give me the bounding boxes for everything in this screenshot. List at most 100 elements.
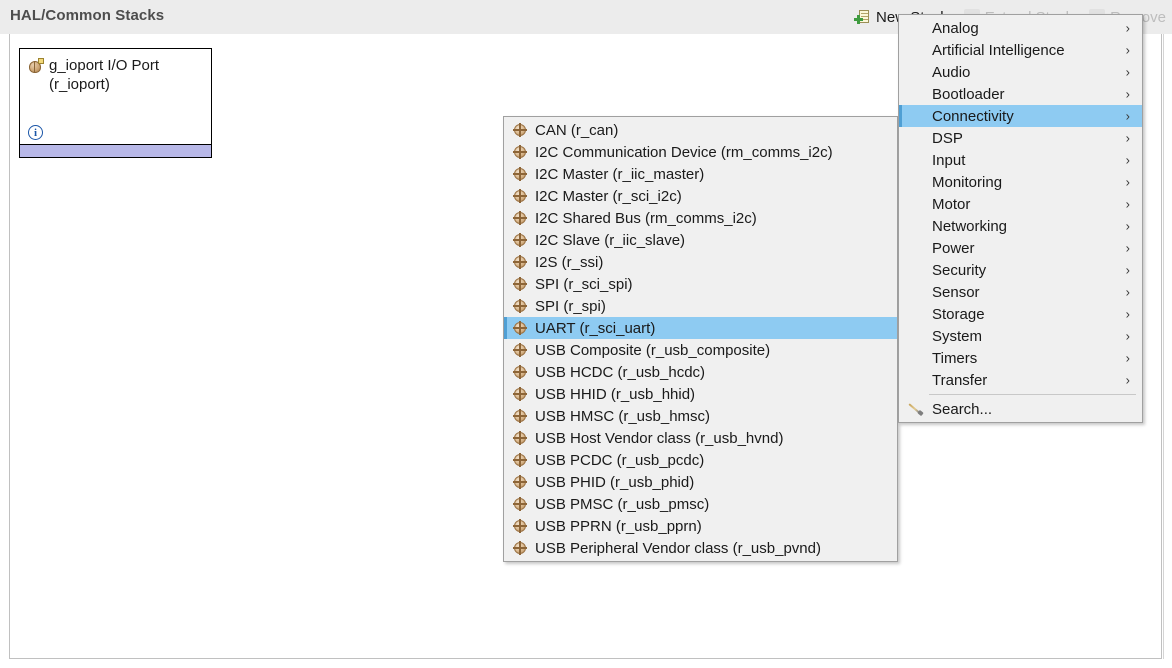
category-menu-item[interactable]: Monitoring › (899, 171, 1142, 193)
chevron-right-icon: › (1125, 262, 1130, 278)
chevron-right-icon: › (1125, 42, 1130, 58)
category-menu-item[interactable]: Artificial Intelligence › (899, 39, 1142, 61)
chevron-right-icon: › (1125, 372, 1130, 388)
category-menu-item[interactable]: Sensor › (899, 281, 1142, 303)
category-menu-item[interactable]: Networking › (899, 215, 1142, 237)
category-menu-item[interactable]: Transfer › (899, 369, 1142, 391)
connectivity-submenu-item[interactable]: USB HHID (r_usb_hhid) (504, 383, 897, 405)
connectivity-submenu-item[interactable]: USB PHID (r_usb_phid) (504, 471, 897, 493)
chevron-right-icon: › (1125, 20, 1130, 36)
connectivity-submenu-item-label: USB Peripheral Vendor class (r_usb_pvnd) (535, 539, 821, 557)
category-menu-item-label: Input (932, 151, 966, 169)
category-menu-item-label: Artificial Intelligence (932, 41, 1065, 59)
connectivity-submenu-item-label: UART (r_sci_uart) (535, 319, 656, 337)
connectivity-submenu-item-label: I2C Communication Device (rm_comms_i2c) (535, 143, 833, 161)
connectivity-submenu-item[interactable]: USB Composite (r_usb_composite) (504, 339, 897, 361)
connectivity-submenu-item-label: USB PCDC (r_usb_pcdc) (535, 451, 705, 469)
module-icon (513, 167, 527, 181)
category-menu-item[interactable]: Audio › (899, 61, 1142, 83)
page-title: HAL/Common Stacks (10, 7, 165, 24)
new-stack-icon (854, 9, 871, 25)
connectivity-submenu-item-label: USB PHID (r_usb_phid) (535, 473, 695, 491)
module-icon (513, 255, 527, 269)
category-menu-item-search[interactable]: Search... (899, 398, 1142, 420)
category-menu-item[interactable]: DSP › (899, 127, 1142, 149)
category-menu-item[interactable]: System › (899, 325, 1142, 347)
connectivity-submenu-item[interactable]: I2S (r_ssi) (504, 251, 897, 273)
category-menu-item[interactable]: Storage › (899, 303, 1142, 325)
category-menu-item[interactable]: Timers › (899, 347, 1142, 369)
connectivity-submenu-item-label: USB PPRN (r_usb_pprn) (535, 517, 702, 535)
category-menu-item[interactable]: Power › (899, 237, 1142, 259)
connectivity-submenu-item[interactable]: USB Peripheral Vendor class (r_usb_pvnd) (504, 537, 897, 559)
connectivity-submenu-item[interactable]: SPI (r_spi) (504, 295, 897, 317)
module-icon (513, 387, 527, 401)
chevron-right-icon: › (1125, 108, 1130, 124)
category-menu-item[interactable]: Motor › (899, 193, 1142, 215)
connectivity-submenu-item[interactable]: USB PCDC (r_usb_pcdc) (504, 449, 897, 471)
connectivity-submenu-item-label: SPI (r_sci_spi) (535, 275, 633, 293)
connectivity-submenu-item[interactable]: I2C Slave (r_iic_slave) (504, 229, 897, 251)
menu-separator (929, 394, 1136, 395)
module-icon (513, 519, 527, 533)
connectivity-submenu-item[interactable]: USB HMSC (r_usb_hmsc) (504, 405, 897, 427)
connectivity-submenu-item[interactable]: USB PPRN (r_usb_pprn) (504, 515, 897, 537)
module-icon (513, 431, 527, 445)
connectivity-submenu-item[interactable]: I2C Master (r_iic_master) (504, 163, 897, 185)
category-menu-item-label: Motor (932, 195, 971, 213)
chevron-right-icon: › (1125, 130, 1130, 146)
category-menu-item-label: Transfer (932, 371, 988, 389)
search-icon (908, 401, 924, 417)
connectivity-submenu-item-label: USB HCDC (r_usb_hcdc) (535, 363, 706, 381)
category-menu-item[interactable]: Analog › (899, 17, 1142, 39)
connectivity-submenu-item[interactable]: SPI (r_sci_spi) (504, 273, 897, 295)
category-menu-item-label: Monitoring (932, 173, 1003, 191)
connectivity-submenu-item[interactable]: UART (r_sci_uart) (504, 317, 897, 339)
connectivity-submenu-item[interactable]: I2C Communication Device (rm_comms_i2c) (504, 141, 897, 163)
category-menu-item-label: Networking (932, 217, 1008, 235)
chevron-right-icon: › (1125, 174, 1130, 190)
connectivity-submenu-item-label: USB Host Vendor class (r_usb_hvnd) (535, 429, 784, 447)
stack-module-label: g_ioport I/O Port (r_ioport) (49, 57, 160, 93)
connectivity-submenu-item[interactable]: I2C Shared Bus (rm_comms_i2c) (504, 207, 897, 229)
category-menu-item[interactable]: Connectivity › (899, 105, 1142, 127)
module-icon (513, 453, 527, 467)
connectivity-submenu-item[interactable]: USB Host Vendor class (r_usb_hvnd) (504, 427, 897, 449)
chevron-right-icon: › (1125, 328, 1130, 344)
module-icon (513, 145, 527, 159)
connectivity-submenu-item-label: I2S (r_ssi) (535, 253, 604, 271)
category-menu-item-label: Bootloader (932, 85, 1005, 103)
connectivity-submenu-item-label: I2C Shared Bus (rm_comms_i2c) (535, 209, 757, 227)
category-menu-item-label: Security (932, 261, 987, 279)
category-menu-item-label: Storage (932, 305, 985, 323)
chevron-right-icon: › (1125, 306, 1130, 322)
module-icon (513, 475, 527, 489)
connectivity-submenu-item[interactable]: USB HCDC (r_usb_hcdc) (504, 361, 897, 383)
ioport-module-icon (28, 58, 44, 74)
category-menu-item-label: Timers (932, 349, 978, 367)
category-menu-item[interactable]: Input › (899, 149, 1142, 171)
category-menu-item-label: System (932, 327, 983, 345)
connectivity-submenu-item[interactable]: CAN (r_can) (504, 119, 897, 141)
category-menu-item[interactable]: Security › (899, 259, 1142, 281)
new-stack-category-menu[interactable]: Analog › Artificial Intelligence › Audio › Boo… (898, 14, 1143, 423)
category-menu-item-label: Power (932, 239, 975, 257)
module-icon (513, 409, 527, 423)
module-icon (513, 343, 527, 357)
category-menu-item[interactable]: Bootloader › (899, 83, 1142, 105)
stack-module-ioport[interactable]: g_ioport I/O Port (r_ioport) i (19, 48, 212, 158)
stack-module-header: g_ioport I/O Port (r_ioport) (28, 56, 205, 94)
connectivity-submenu[interactable]: CAN (r_can) I2C Communication Device (rm_… (503, 116, 898, 562)
connectivity-submenu-item[interactable]: USB PMSC (r_usb_pmsc) (504, 493, 897, 515)
connectivity-submenu-item[interactable]: I2C Master (r_sci_i2c) (504, 185, 897, 207)
chevron-right-icon: › (1125, 240, 1130, 256)
chevron-right-icon: › (1125, 350, 1130, 366)
chevron-right-icon: › (1125, 218, 1130, 234)
chevron-right-icon: › (1125, 86, 1130, 102)
connectivity-submenu-item-label: I2C Slave (r_iic_slave) (535, 231, 686, 249)
connectivity-submenu-item-label: USB HHID (r_usb_hhid) (535, 385, 696, 403)
connectivity-submenu-item-label: SPI (r_spi) (535, 297, 606, 315)
info-icon[interactable]: i (28, 125, 43, 140)
connectivity-submenu-item-label: USB Composite (r_usb_composite) (535, 341, 771, 359)
connectivity-submenu-item-label: USB HMSC (r_usb_hmsc) (535, 407, 711, 425)
